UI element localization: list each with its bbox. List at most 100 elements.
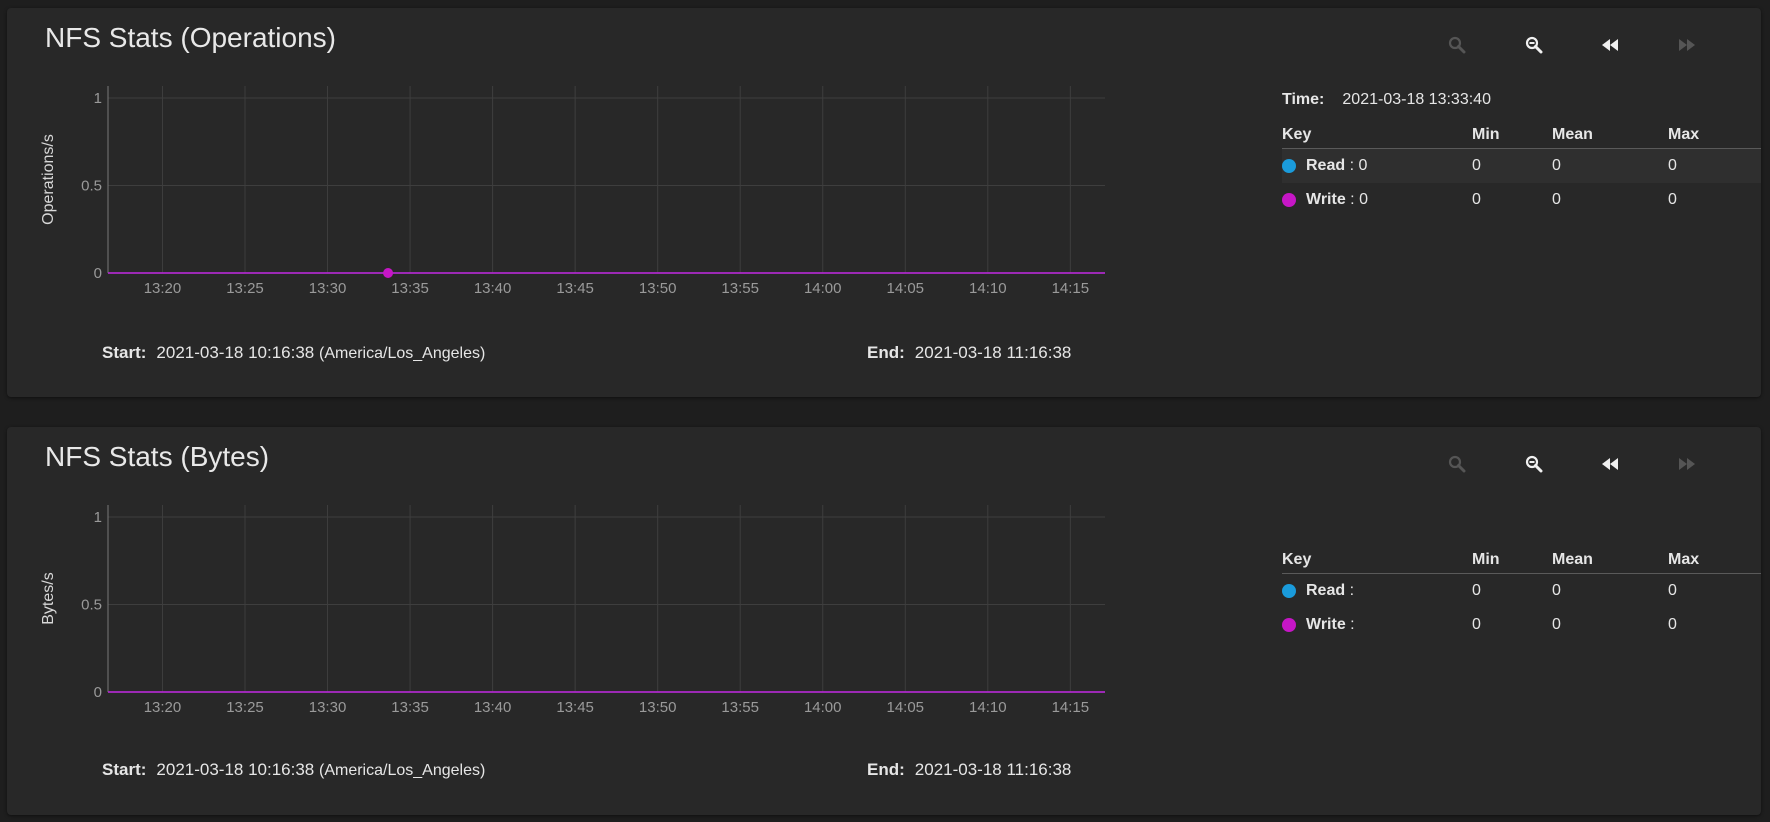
zoom-in-icon	[1448, 455, 1466, 473]
read-mean: 0	[1552, 582, 1561, 599]
rewind-icon	[1602, 39, 1618, 51]
series-current: :	[1350, 616, 1355, 633]
legend-row-read[interactable]: Read : 0 0 0	[1282, 574, 1761, 608]
x-tick-label: 13:30	[309, 280, 347, 297]
zoom-out-icon	[1525, 455, 1543, 473]
x-tick-label: 13:35	[391, 280, 429, 297]
write-max: 0	[1668, 616, 1677, 633]
x-tick-label: 14:05	[886, 699, 924, 716]
legend-time: Time: 2021-03-18 13:33:40	[1282, 82, 1761, 122]
x-tick-label: 14:10	[969, 699, 1007, 716]
series-current: : 0	[1349, 157, 1368, 174]
read-max: 0	[1668, 157, 1677, 174]
write-color-dot	[1282, 193, 1296, 207]
header-key: Key	[1282, 126, 1312, 143]
x-tick-label: 14:15	[1052, 280, 1090, 297]
end-label: End:	[867, 343, 905, 362]
end-value: 2021-03-18 11:16:38	[914, 760, 1072, 779]
read-mean: 0	[1552, 157, 1561, 174]
start-label: Start:	[102, 343, 147, 362]
start-value: 2021-03-18 10:16:38	[156, 343, 315, 362]
legend-header: Key Min Mean Max	[1282, 122, 1761, 149]
card-title: NFS Stats (Bytes)	[45, 441, 270, 472]
zoom-in-button[interactable]	[1437, 30, 1477, 60]
y-tick-label: 0	[94, 684, 102, 701]
header-max: Max	[1668, 551, 1700, 568]
end-value: 2021-03-18 11:16:38	[914, 343, 1072, 362]
series-name: Read	[1306, 157, 1346, 174]
time-back-button[interactable]	[1590, 30, 1630, 60]
nfs-bytes-card: NFS Stats (Bytes) 1 0.5 0 13:20 13:25 13…	[7, 427, 1761, 815]
zoom-in-button[interactable]	[1437, 449, 1477, 479]
zoom-out-icon	[1525, 36, 1543, 54]
x-tick-label: 14:05	[886, 280, 924, 297]
time-forward-button[interactable]	[1667, 30, 1707, 60]
x-tick-label: 13:45	[556, 280, 594, 297]
header-key: Key	[1282, 551, 1312, 568]
time-label: Time:	[1282, 91, 1325, 108]
read-color-dot	[1282, 159, 1296, 173]
chart-legend: Time: 2021-03-18 13:33:40 Key Min Mean Ma…	[1282, 82, 1761, 217]
range-start: Start: 2021-03-18 10:16:38 (America/Los_A…	[102, 343, 485, 363]
timezone: (America/Los_Angeles)	[319, 762, 486, 779]
nfs-operations-card: NFS Stats (Operations) 1 0.5 0 13:20 13:…	[7, 8, 1761, 397]
range-end: End: 2021-03-18 11:16:38	[867, 760, 1071, 780]
write-color-dot	[1282, 618, 1296, 632]
fast-forward-icon	[1679, 39, 1695, 51]
x-tick-label: 13:25	[226, 699, 264, 716]
x-tick-label: 14:00	[804, 280, 842, 297]
highlight-point	[383, 268, 394, 278]
x-tick-label: 13:50	[639, 280, 677, 297]
bytes-line-chart[interactable]: 1 0.5 0 13:20 13:25 13:30 13:35 13:40 13:45 13:50…	[25, 497, 1255, 757]
time-back-button[interactable]	[1590, 449, 1630, 479]
operations-line-chart[interactable]: 1 0.5 0 13:20 13:25 13:30 13:35 13:40 13:45 13:50…	[25, 78, 1255, 338]
series-current: : 0	[1350, 191, 1368, 208]
series-current: :	[1349, 582, 1355, 599]
end-label: End:	[867, 760, 905, 779]
zoom-out-button[interactable]	[1514, 30, 1554, 60]
read-color-dot	[1282, 584, 1296, 598]
range-start: Start: 2021-03-18 10:16:38 (America/Los_A…	[102, 760, 485, 780]
y-tick-label: 0	[94, 265, 102, 282]
y-axis-label: Operations/s	[40, 134, 57, 225]
legend-row-write[interactable]: Write : 0 0 0	[1282, 608, 1761, 642]
x-tick-label: 13:45	[556, 699, 594, 716]
read-max: 0	[1668, 582, 1677, 599]
write-min: 0	[1472, 616, 1481, 633]
fast-forward-icon	[1679, 458, 1695, 470]
write-mean: 0	[1552, 616, 1561, 633]
read-min: 0	[1472, 157, 1481, 174]
write-min: 0	[1472, 191, 1481, 208]
x-tick-label: 13:40	[474, 280, 512, 297]
legend-row-read[interactable]: Read : 0 0 0 0	[1282, 149, 1761, 183]
x-tick-label: 13:20	[144, 280, 182, 297]
start-label: Start:	[102, 760, 147, 779]
header-min: Min	[1472, 126, 1500, 143]
start-value: 2021-03-18 10:16:38	[156, 760, 315, 779]
x-tick-label: 13:40	[474, 699, 512, 716]
read-min: 0	[1472, 582, 1481, 599]
time-forward-button[interactable]	[1667, 449, 1707, 479]
zoom-out-button[interactable]	[1514, 449, 1554, 479]
header-max: Max	[1668, 126, 1700, 143]
x-tick-label: 13:25	[226, 280, 264, 297]
x-tick-label: 13:55	[721, 699, 759, 716]
x-tick-label: 13:55	[721, 280, 759, 297]
card-title: NFS Stats (Operations)	[45, 22, 336, 53]
time-value: 2021-03-18 13:33:40	[1342, 91, 1491, 108]
legend-header: Key Min Mean Max	[1282, 547, 1761, 574]
timezone: (America/Los_Angeles)	[319, 345, 486, 362]
header-mean: Mean	[1552, 551, 1593, 568]
x-tick-label: 14:10	[969, 280, 1007, 297]
x-tick-label: 13:35	[391, 699, 429, 716]
header-mean: Mean	[1552, 126, 1593, 143]
header-min: Min	[1472, 551, 1500, 568]
rewind-icon	[1602, 458, 1618, 470]
legend-row-write[interactable]: Write : 0 0 0 0	[1282, 183, 1761, 217]
x-tick-label: 14:15	[1052, 699, 1090, 716]
y-tick-label: 1	[94, 509, 102, 526]
zoom-in-icon	[1448, 36, 1466, 54]
x-tick-label: 14:00	[804, 699, 842, 716]
x-tick-label: 13:50	[639, 699, 677, 716]
write-mean: 0	[1552, 191, 1561, 208]
